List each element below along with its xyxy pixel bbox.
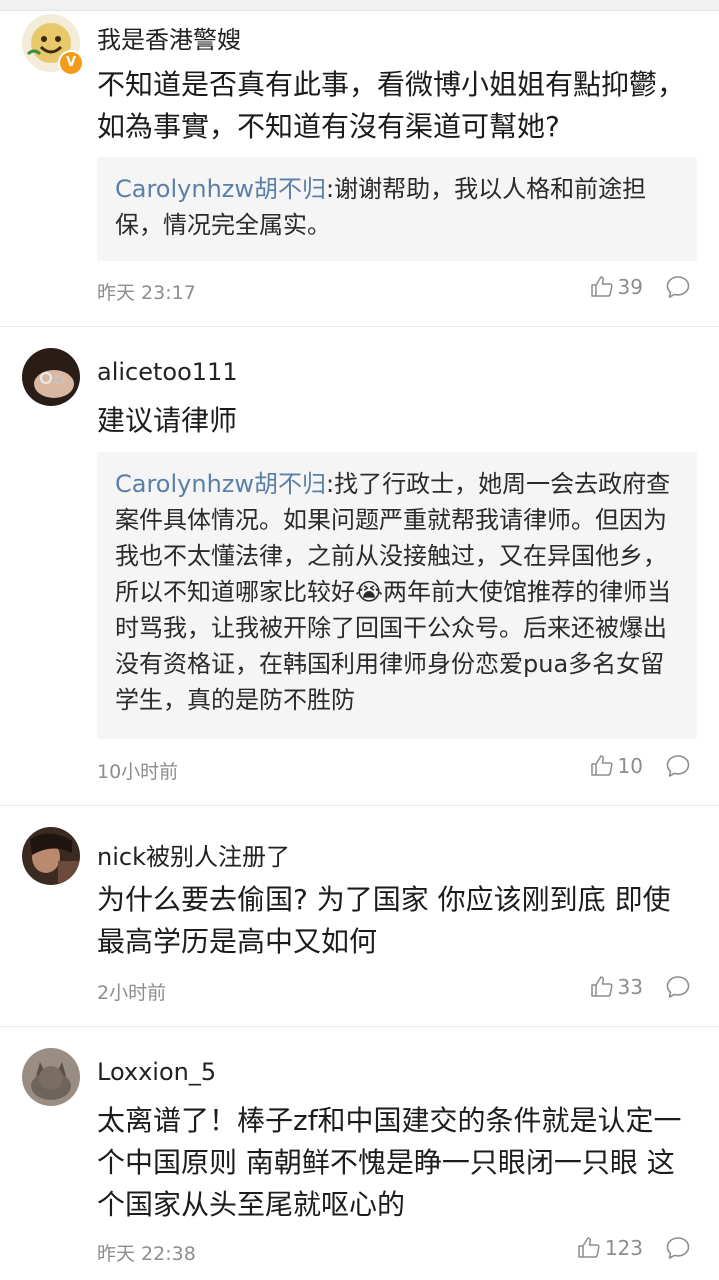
reply-username[interactable]: Carolynhzw胡不归	[115, 470, 326, 498]
thumbs-up-icon	[590, 755, 613, 776]
like-button[interactable]: 33	[590, 975, 643, 999]
like-count: 33	[617, 975, 643, 999]
divider	[0, 805, 719, 806]
comment-meta: 2小时前 33	[97, 975, 697, 1008]
comment-icon[interactable]	[665, 974, 691, 1000]
reply-username[interactable]: Carolynhzw胡不归	[115, 175, 326, 203]
comment-meta: 10小时前 10	[97, 754, 697, 787]
avatar[interactable]	[22, 348, 80, 406]
username[interactable]: nick被别人注册了	[97, 837, 290, 872]
thumbs-up-icon	[590, 276, 613, 297]
username[interactable]: Loxxion_5	[97, 1058, 216, 1086]
like-count: 123	[604, 1236, 643, 1260]
like-button[interactable]: 123	[577, 1236, 643, 1260]
reply-box[interactable]: Carolynhzw胡不归:找了行政士，她周一会去政府查案件具体情况。如果问题严…	[97, 452, 697, 739]
comment-icon[interactable]	[665, 274, 691, 300]
verified-badge: V	[58, 50, 84, 76]
thumbs-up-icon	[578, 1237, 600, 1258]
reply-box[interactable]: Carolynhzw胡不归:谢谢帮助，我以人格和前途担保，情况完全属实。	[97, 157, 697, 261]
like-count: 39	[617, 275, 643, 299]
like-count: 10	[617, 754, 643, 778]
timestamp: 2小时前	[97, 982, 167, 1004]
top-divider	[0, 0, 719, 11]
username[interactable]: alicetoo111	[97, 358, 238, 386]
comment-text: 太离谱了！棒子zf和中国建交的条件就是认定一个中国原则 南朝鲜不愧是睁一只眼闭一…	[97, 1104, 682, 1221]
comment-text: 为什么要去偷国? 为了国家 你应该刚到底 即使最高学历是高中又如何	[97, 883, 671, 958]
thumbs-up-icon	[590, 976, 613, 997]
timestamp: 昨天 22:38	[97, 1243, 196, 1265]
divider	[0, 1026, 719, 1027]
comment-meta: 昨天 22:38 123	[97, 1236, 697, 1269]
avatar[interactable]	[22, 827, 80, 885]
divider	[0, 326, 719, 327]
username[interactable]: 我是香港警嫂	[97, 20, 241, 55]
timestamp: 昨天 23:17	[97, 282, 196, 304]
comment-meta: 昨天 23:17 39	[97, 275, 697, 308]
like-button[interactable]: 10	[590, 754, 643, 778]
like-button[interactable]: 39	[590, 275, 643, 299]
reply-text: :找了行政士，她周一会去政府查案件具体情况。如果问题严重就帮我请律师。但因为我也…	[115, 470, 672, 714]
comment-icon[interactable]	[665, 1235, 691, 1261]
photo-avatar-icon	[22, 827, 80, 885]
comment-text: 不知道是否真有此事，看微博小姐姐有點抑鬱，如為事實，不知道有沒有渠道可幫她?	[97, 68, 686, 143]
cat-avatar-icon	[22, 1048, 80, 1106]
ring-hand-avatar-icon	[22, 348, 80, 406]
comment-icon[interactable]	[665, 753, 691, 779]
comment-text: 建议请律师	[97, 404, 238, 437]
avatar[interactable]	[22, 1048, 80, 1106]
timestamp: 10小时前	[97, 761, 179, 783]
